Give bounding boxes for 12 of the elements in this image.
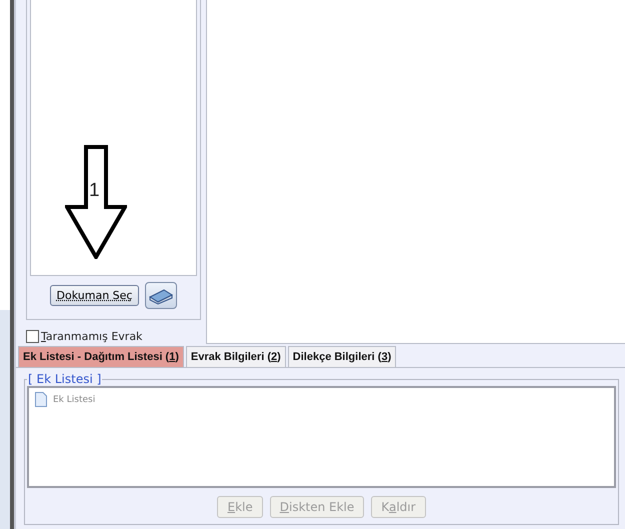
- choose-document-button[interactable]: Dokuman Seç: [50, 285, 140, 306]
- down-arrow-icon: [65, 145, 127, 259]
- tab[interactable]: Evrak Bilgileri (2): [186, 346, 286, 367]
- unscanned-checkbox[interactable]: Taranmamış Evrak: [26, 330, 206, 343]
- scanner-icon: [148, 286, 174, 304]
- scanner-button[interactable]: [145, 282, 178, 309]
- step-number: 1: [89, 180, 100, 202]
- tab[interactable]: Dilekçe Bilgileri (3): [288, 346, 396, 367]
- tab[interactable]: Ek Listesi - Dağıtım Listesi (1): [18, 346, 184, 367]
- group-title: [ Ek Listesi ]: [27, 372, 102, 386]
- tree-item[interactable]: Ek Listesi: [53, 394, 96, 404]
- document-icon: [35, 392, 47, 407]
